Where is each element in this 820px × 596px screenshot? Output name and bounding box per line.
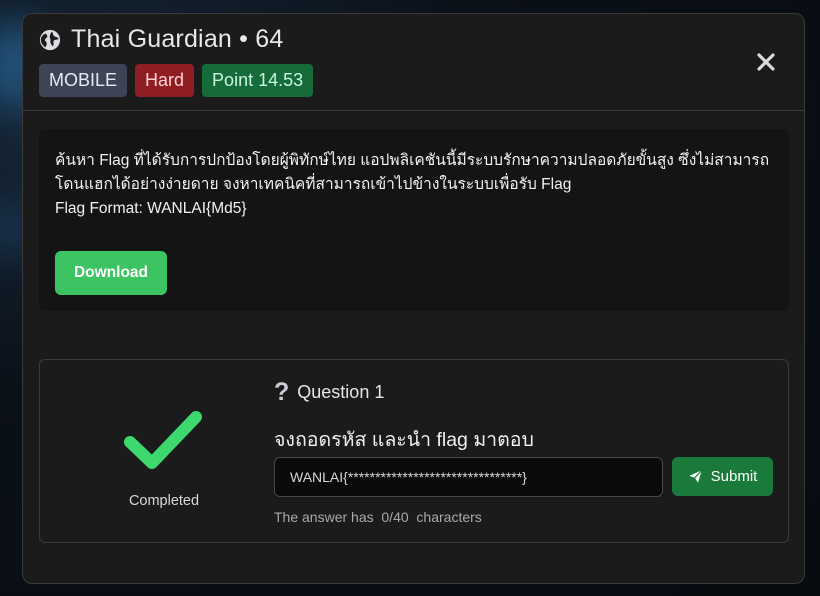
description-line: โดนแฮกได้อย่างง่ายดาย จงหาเทคนิคที่สามาร… <box>55 176 572 193</box>
question-title: Question 1 <box>297 382 385 402</box>
description-panel: ค้นหา Flag ที่ได้รับการปกป้องโดยผู้พิทัก… <box>39 129 789 311</box>
character-count: The answer has 0/40 characters <box>274 509 482 525</box>
modal-header: Thai Guardian • 64 MOBILE Hard Point 14.… <box>23 14 804 111</box>
flag-format: Flag Format: WANLAI{Md5} <box>55 200 247 217</box>
question-panel: Completed ? Question 1 จงถอดรหัส และนำ f… <box>39 359 789 543</box>
difficulty-badge: Hard <box>135 64 195 97</box>
completion-status: Completed <box>128 493 200 509</box>
title-row: Thai Guardian • 64 <box>39 25 283 54</box>
download-button[interactable]: Download <box>55 251 167 295</box>
close-icon[interactable] <box>754 50 778 74</box>
challenge-title: Thai Guardian • 64 <box>71 25 284 53</box>
submit-label: Submit <box>710 468 758 485</box>
challenge-description: ค้นหา Flag ที่ได้รับการปกป้องโดยผู้พิทัก… <box>55 149 775 221</box>
question-header: ? Question 1 <box>274 380 384 405</box>
count-suffix: characters <box>416 509 482 525</box>
challenge-modal: Thai Guardian • 64 MOBILE Hard Point 14.… <box>22 13 805 584</box>
paper-plane-icon <box>688 469 702 483</box>
globe-icon <box>39 29 61 50</box>
count-value: 0/40 <box>381 509 409 525</box>
count-prefix: The answer has <box>274 509 374 525</box>
checkmark-icon <box>124 411 202 469</box>
submit-button[interactable]: Submit <box>672 457 773 496</box>
question-text: จงถอดรหัส และนำ flag มาตอบ <box>274 429 534 451</box>
answer-input[interactable] <box>274 457 663 497</box>
category-badge: MOBILE <box>39 64 128 97</box>
description-line: ค้นหา Flag ที่ได้รับการปกป้องโดยผู้พิทัก… <box>55 152 770 169</box>
question-mark-icon: ? <box>274 378 290 406</box>
challenge-badges: MOBILE Hard Point 14.53 <box>39 64 314 97</box>
points-badge: Point 14.53 <box>202 64 314 97</box>
